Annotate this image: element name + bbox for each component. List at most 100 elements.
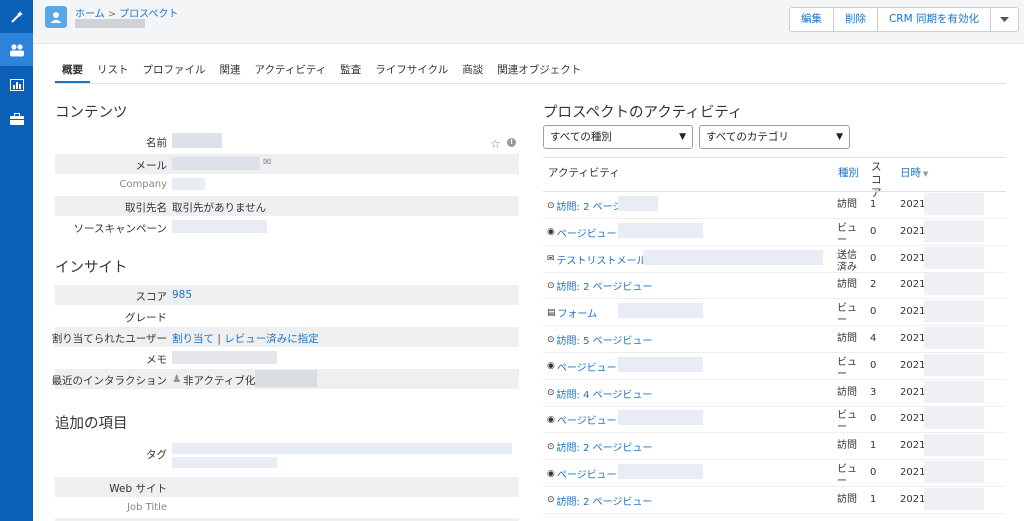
mark-reviewed-link[interactable]: レビュー済みに指定 — [224, 333, 319, 345]
tab-5[interactable]: 監査 — [333, 60, 368, 83]
activity-detail-redacted — [618, 356, 703, 372]
activity-date-redacted — [924, 487, 984, 510]
activity-date-redacted — [924, 434, 984, 457]
activity-row: ⊙ 訪問: 2 ページビュー 訪問 1 2021 — [543, 487, 1006, 514]
activity-label: フォーム — [557, 309, 598, 321]
last-interaction-date-redacted — [255, 370, 317, 387]
activity-type: ビュー — [837, 303, 857, 327]
tab-3[interactable]: 関連 — [213, 60, 248, 83]
activity-date-year: 2021 — [900, 467, 926, 478]
tab-0[interactable]: 概要 — [55, 60, 90, 83]
activity-date-year: 2021 — [900, 306, 926, 318]
activity-type-select[interactable]: すべての種別 ▼ — [543, 125, 693, 149]
info-icon[interactable]: ! — [507, 138, 516, 147]
activity-link[interactable]: ⊙ 訪問: 5 ページビュー — [547, 332, 653, 348]
field-company: Company — [55, 175, 519, 195]
chevron-down-icon[interactable] — [991, 8, 1018, 31]
activity-date-year: 2021 — [900, 493, 926, 505]
activity-row: ⊙ 訪問: 2 ページビュー 訪問 1 2021 — [543, 192, 1006, 219]
activity-link[interactable]: ◉ ページビュー — [547, 466, 617, 482]
activity-score: 1 — [870, 493, 877, 505]
activity-link[interactable]: ⊙ 訪問: 4 ページビュー — [547, 386, 652, 401]
field-account: 取引先名 取引先がありません — [55, 196, 519, 216]
activity-label: 訪問: 2 ページビュー — [556, 496, 653, 508]
col-activity-header: アクティビティ — [548, 167, 620, 179]
delete-button[interactable]: 削除 — [834, 8, 878, 31]
activity-link[interactable]: ⊙ 訪問: 2 ページビュー — [547, 493, 652, 508]
clock-icon: ⊙ — [547, 280, 555, 291]
activity-score: 3 — [870, 386, 877, 398]
email-value-redacted — [172, 157, 260, 170]
activity-link[interactable]: ⊙ 訪問: 2 ページビュー — [547, 439, 653, 455]
activity-link[interactable]: ▤ フォーム — [547, 305, 598, 321]
memo-value-redacted — [172, 351, 277, 364]
activity-date-redacted — [924, 407, 984, 430]
activity-link[interactable]: ◉ ページビュー — [547, 412, 617, 428]
activity-type: 訪問 — [837, 440, 857, 452]
form-icon: ▤ — [547, 307, 556, 318]
eye-icon: ◉ — [547, 468, 555, 479]
eye-icon: ◉ — [547, 414, 555, 425]
activity-date-year: 2021 — [900, 279, 926, 291]
prospect-avatar-icon — [45, 6, 67, 28]
field-grade: グレード — [55, 306, 519, 326]
tags-redacted-line-2 — [172, 457, 277, 468]
activity-detail-redacted — [618, 303, 703, 319]
activity-date-redacted — [924, 219, 984, 242]
activity-date-redacted — [924, 273, 984, 296]
report-chart-icon[interactable] — [0, 68, 33, 101]
activity-date-year: 2021 — [900, 333, 926, 344]
col-date-header[interactable]: 日時 ▼ — [900, 165, 928, 180]
score-value[interactable]: 985 — [172, 289, 192, 301]
activity-label: ページビュー — [556, 362, 617, 374]
activity-label: 訪問: 5 ページビュー — [556, 336, 653, 347]
website-label: Web サイト — [109, 483, 167, 495]
tab-2[interactable]: プロファイル — [136, 60, 213, 83]
activity-link[interactable]: ✉ テストリストメール — [547, 252, 647, 267]
activity-label: ページビュー — [556, 416, 617, 428]
activity-score: 0 — [870, 413, 877, 425]
tab-6[interactable]: ライフサイクル — [368, 60, 455, 83]
activity-link[interactable]: ⊙ 訪問: 2 ページビュー — [547, 278, 652, 294]
magic-wand-icon[interactable] — [0, 0, 33, 33]
assign-link[interactable]: 割り当て — [172, 333, 214, 345]
crm-sync-button[interactable]: CRM 同期を有効化 — [878, 8, 991, 31]
activity-type-value: すべての種別 — [550, 131, 612, 143]
company-value-redacted — [172, 178, 205, 190]
chevron-down-icon: ▼ — [836, 132, 843, 142]
tab-4[interactable]: アクティビティ — [248, 60, 334, 83]
activity-category-select[interactable]: すべてのカテゴリ ▼ — [699, 125, 850, 149]
activity-row: ⊙ 訪問: 5 ページビュー 訪問 4 2021 — [543, 326, 1006, 353]
activity-score: 2 — [870, 279, 877, 291]
briefcase-icon[interactable] — [0, 102, 33, 135]
edit-button[interactable]: 編集 — [790, 8, 834, 31]
activity-score: 1 — [870, 440, 877, 452]
tab-7[interactable]: 商談 — [455, 60, 490, 83]
activity-link[interactable]: ◉ ページビュー — [547, 225, 617, 240]
field-email: メール ✉ — [55, 154, 519, 174]
activity-date-year: 2021 — [900, 199, 926, 210]
email-icon[interactable]: ✉ — [263, 157, 271, 168]
col-type-header[interactable]: 種別 — [838, 165, 859, 180]
tab-1[interactable]: リスト — [90, 60, 136, 83]
email-label: メール — [135, 160, 168, 172]
activity-type: 訪問 — [837, 279, 857, 291]
person-icon: ♟ — [172, 373, 182, 385]
people-icon[interactable] — [0, 33, 33, 66]
assign-separator: | — [217, 333, 221, 345]
star-icon[interactable]: ☆ — [490, 137, 501, 151]
breadcrumb: ホーム > プロスペクト — [75, 5, 178, 20]
activity-date-year: 2021 — [900, 413, 926, 425]
last-interaction-label: 最近のインタラクション — [51, 375, 168, 387]
activity-date-year: 2021 — [900, 440, 926, 452]
tags-redacted-line-1 — [172, 443, 512, 454]
activity-link[interactable]: ◉ ページビュー — [547, 359, 617, 374]
activity-row: ◉ ページビュー ビュー 0 2021 — [543, 460, 1006, 487]
activity-label: 訪問: 2 ページビュー — [556, 443, 653, 455]
activity-score: 0 — [870, 306, 877, 318]
tab-8[interactable]: 関連オブジェクト — [490, 60, 588, 83]
account-value: 取引先がありません — [172, 202, 267, 214]
activity-score: 4 — [870, 333, 877, 344]
activity-date-redacted — [924, 353, 984, 376]
field-job-title: Job Title — [55, 498, 519, 518]
